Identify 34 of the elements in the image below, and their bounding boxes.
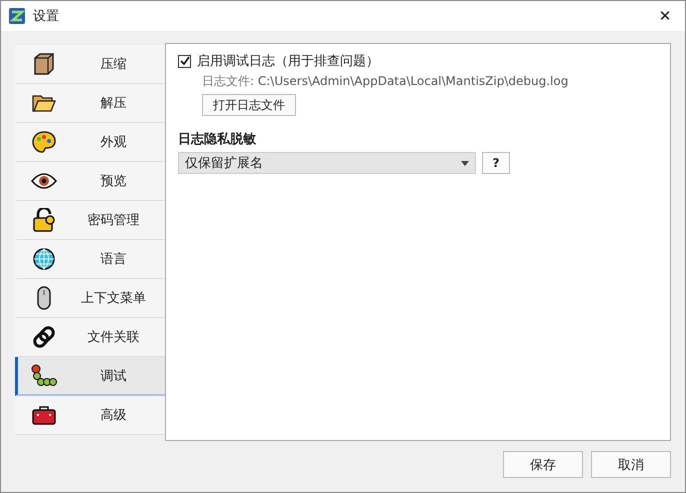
mouse-icon: [37, 286, 51, 310]
padlock-icon: [32, 208, 56, 232]
sidebar-item[interactable]: 文件关联: [15, 318, 165, 357]
chain-link-icon: [32, 325, 56, 349]
cancel-button[interactable]: 取消: [591, 451, 671, 478]
sidebar-item[interactable]: 语言: [15, 240, 165, 279]
eye-icon: [31, 173, 57, 189]
help-button[interactable]: ?: [482, 152, 510, 174]
checkbox-label[interactable]: 启用调试日志（用于排查问题）: [197, 52, 379, 70]
checkmark-icon: [180, 56, 190, 66]
sidebar-item[interactable]: 外观: [15, 123, 165, 162]
caterpillar-icon: [30, 364, 58, 388]
log-file-path: 日志文件: C:\Users\Admin\AppData\Local\MantisZip\debug.log: [202, 73, 570, 90]
sidebar-item[interactable]: 解压: [15, 84, 165, 123]
save-button[interactable]: 保存: [503, 451, 583, 478]
checkbox[interactable]: [178, 54, 191, 68]
folder-icon: [32, 93, 56, 113]
window-title: 设置: [33, 8, 60, 25]
toolbox-icon: [32, 405, 56, 425]
globe-icon: [33, 248, 55, 270]
section-heading: 日志隐私脱敏: [178, 130, 257, 148]
sidebar-item[interactable]: 密码管理: [15, 201, 165, 240]
dropdown[interactable]: 仅保留扩展名: [178, 152, 476, 174]
palette-icon: [32, 131, 56, 153]
caret-icon: [461, 160, 469, 166]
open-log-button[interactable]: 打开日志文件: [202, 94, 296, 116]
sidebar-item[interactable]: 预览: [15, 162, 165, 201]
sidebar-item[interactable]: 高级: [15, 396, 165, 435]
app-logo-icon: [9, 8, 25, 24]
close-icon[interactable]: ✕: [653, 7, 677, 25]
box-icon: [32, 52, 56, 76]
sidebar-item[interactable]: 压缩: [15, 45, 165, 84]
sidebar-item[interactable]: 上下文菜单: [15, 279, 165, 318]
sidebar-item[interactable]: 调试: [15, 357, 165, 396]
